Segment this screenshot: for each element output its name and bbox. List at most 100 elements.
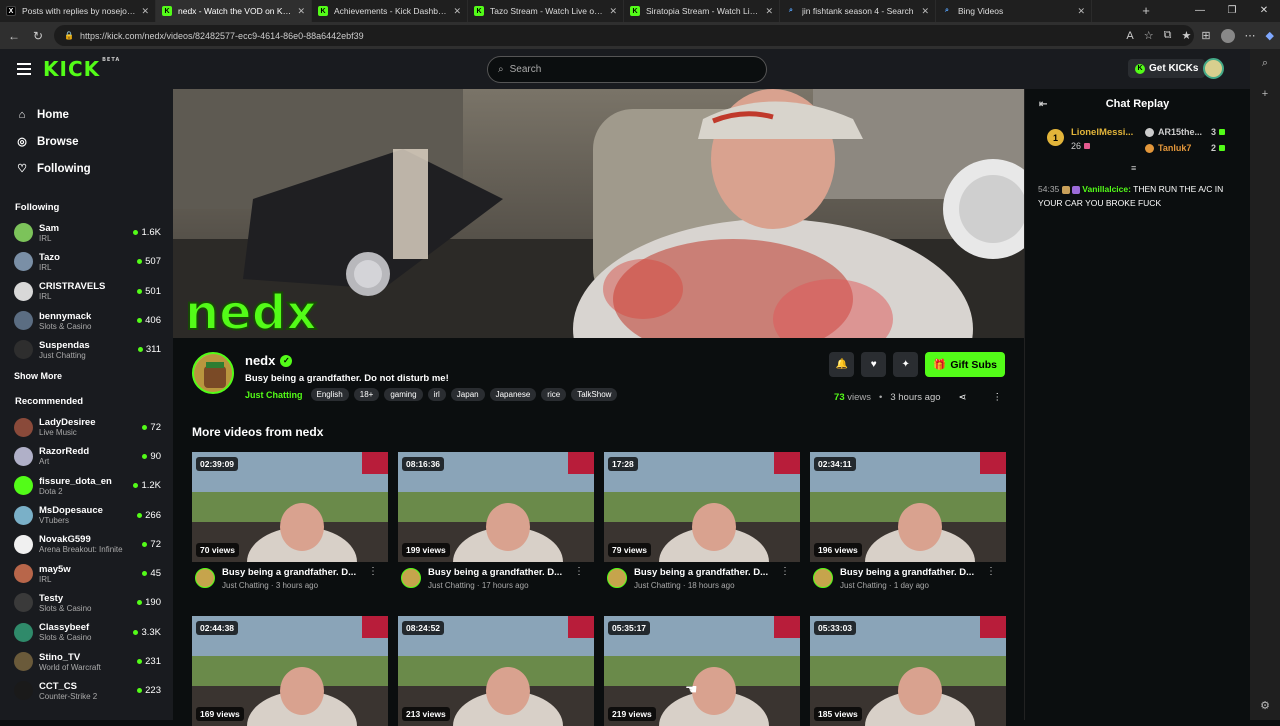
sidebar-channel[interactable]: Suspendas Just Chatting 311 bbox=[0, 335, 173, 364]
video-thumbnail[interactable]: 05:35:17 219 views bbox=[604, 616, 800, 726]
sidebar-channel[interactable]: NovakG599 Arena Breakout: Infinite 72 bbox=[0, 530, 173, 559]
gift-subs-button[interactable]: 🎁 Gift Subs bbox=[925, 352, 1005, 377]
nav-home[interactable]: ⌂ Home bbox=[0, 101, 173, 128]
get-kicks-button[interactable]: K Get KICKs bbox=[1128, 59, 1206, 78]
leader-2[interactable]: AR15the... 3 bbox=[1145, 127, 1226, 137]
sidebar-channel[interactable]: Testy Slots & Casino 190 bbox=[0, 588, 173, 617]
video-thumbnail[interactable]: 17:28 79 views bbox=[604, 452, 800, 562]
video-menu-icon[interactable]: ⋮ bbox=[574, 566, 584, 577]
sidebar-channel[interactable]: MsDopesauce VTubers 266 bbox=[0, 500, 173, 529]
video-menu-icon[interactable]: ⋮ bbox=[780, 566, 790, 577]
browser-tab[interactable]: K Achievements - Kick Dashboard ✕ bbox=[312, 0, 468, 22]
tab-close-icon[interactable]: ✕ bbox=[297, 6, 305, 17]
share-icon[interactable]: ⋖ bbox=[959, 392, 967, 403]
category-link[interactable]: Just Chatting bbox=[245, 390, 303, 400]
tag-chip[interactable]: gaming bbox=[384, 388, 423, 401]
leader-name[interactable]: LionelMessi... bbox=[1071, 127, 1133, 138]
video-title[interactable]: Busy being a grandfather. D... bbox=[222, 567, 356, 578]
tag-chip[interactable]: TalkShow bbox=[571, 388, 618, 401]
sidebar-channel[interactable]: may5w IRL 45 bbox=[0, 559, 173, 588]
browser-tab[interactable]: K Tazo Stream - Watch Live on Kick ✕ bbox=[468, 0, 624, 22]
copilot-icon[interactable]: ◆ bbox=[1266, 29, 1274, 42]
browser-tab[interactable]: X Posts with replies by nosejosesup ✕ bbox=[0, 0, 156, 22]
sidebar-channel[interactable]: Classybeef Slots & Casino 3.3K bbox=[0, 618, 173, 647]
collapse-chat-icon[interactable]: ⇤ bbox=[1039, 99, 1047, 110]
video-channel-avatar[interactable] bbox=[195, 568, 215, 588]
video-category[interactable]: Just Chatting bbox=[840, 581, 887, 590]
url-field[interactable]: 🔒 https://kick.com/nedx/videos/82482577-… bbox=[54, 25, 1194, 46]
sidebar-channel[interactable]: Sam IRL 1.6K bbox=[0, 218, 173, 247]
video-title[interactable]: Busy being a grandfather. D... bbox=[840, 567, 974, 578]
video-card[interactable]: 08:24:52 213 views bbox=[398, 616, 594, 726]
favorites-icon[interactable]: ★ bbox=[1181, 29, 1191, 42]
video-category[interactable]: Just Chatting bbox=[428, 581, 475, 590]
video-menu-icon[interactable]: ⋮ bbox=[986, 566, 996, 577]
sidebar-channel[interactable]: fissure_dota_en Dota 2 1.2K bbox=[0, 471, 173, 500]
collections-icon[interactable]: ⊞ bbox=[1201, 29, 1210, 42]
extensions-icon[interactable]: ⧉ bbox=[1164, 29, 1172, 42]
new-tab-button[interactable]: + bbox=[1136, 0, 1156, 22]
video-card[interactable]: 17:28 79 views Busy being a grandfather. D… bbox=[604, 452, 800, 592]
video-channel-avatar[interactable] bbox=[401, 568, 421, 588]
message-username[interactable]: Vanillalcice: bbox=[1082, 184, 1131, 194]
minimize-icon[interactable]: — bbox=[1184, 0, 1216, 22]
video-thumbnail[interactable]: 08:24:52 213 views bbox=[398, 616, 594, 726]
video-thumbnail[interactable]: 02:44:38 169 views bbox=[192, 616, 388, 726]
browser-tab[interactable]: ⌕ jin fishtank season 4 - Search ✕ bbox=[780, 0, 936, 22]
sidebar-channel[interactable]: CCT_CS Counter-Strike 2 223 bbox=[0, 676, 173, 705]
channel-avatar[interactable] bbox=[192, 352, 234, 394]
video-thumbnail[interactable]: 08:16:36 199 views bbox=[398, 452, 594, 562]
sidebar-channel[interactable]: LadyDesiree Live Music 72 bbox=[0, 412, 173, 441]
more-menu-icon[interactable]: ⋯ bbox=[1245, 29, 1256, 42]
tag-chip[interactable]: rice bbox=[541, 388, 567, 401]
search-input[interactable]: ⌕ Search bbox=[487, 56, 767, 83]
sidebar-channel[interactable]: RazorRedd Art 90 bbox=[0, 442, 173, 471]
video-title[interactable]: Busy being a grandfather. D... bbox=[634, 567, 768, 578]
video-menu-icon[interactable]: ⋮ bbox=[368, 566, 378, 577]
video-channel-avatar[interactable] bbox=[813, 568, 833, 588]
video-card[interactable]: 05:35:17 219 views bbox=[604, 616, 800, 726]
video-card[interactable]: 02:34:11 196 views Busy being a grandfathe… bbox=[810, 452, 1006, 592]
back-icon[interactable]: ← bbox=[6, 29, 22, 43]
tag-chip[interactable]: 18+ bbox=[353, 388, 380, 401]
tab-close-icon[interactable]: ✕ bbox=[141, 6, 149, 17]
channel-name[interactable]: nedx ✓ bbox=[245, 353, 293, 368]
video-category[interactable]: Just Chatting bbox=[222, 581, 269, 590]
kick-logo[interactable]: KICK BETA bbox=[43, 57, 120, 81]
clip-button[interactable]: ✦ bbox=[893, 352, 919, 377]
video-card[interactable]: 02:44:38 169 views bbox=[192, 616, 388, 726]
video-card[interactable]: 05:33:03 185 views bbox=[810, 616, 1006, 726]
pinned-collapse-icon[interactable]: ≡ bbox=[1131, 163, 1136, 173]
refresh-icon[interactable]: ↻ bbox=[30, 29, 46, 43]
hamburger-menu-icon[interactable] bbox=[17, 60, 31, 78]
follow-button[interactable]: ♥ bbox=[861, 352, 887, 377]
sidebar-channel[interactable]: bennymack Slots & Casino 406 bbox=[0, 306, 173, 335]
tab-close-icon[interactable]: ✕ bbox=[765, 6, 773, 17]
tag-chip[interactable]: Japan bbox=[450, 388, 485, 401]
tag-chip[interactable]: English bbox=[310, 388, 349, 401]
video-category[interactable]: Just Chatting bbox=[634, 581, 681, 590]
show-more-link[interactable]: Show More bbox=[0, 371, 173, 381]
side-add-icon[interactable]: + bbox=[1250, 88, 1280, 100]
video-player[interactable]: nedx bbox=[173, 89, 1024, 338]
video-card[interactable]: 02:39:09 70 views Busy being a grandfather… bbox=[192, 452, 388, 592]
video-thumbnail[interactable]: 05:33:03 185 views bbox=[810, 616, 1006, 726]
nav-browse[interactable]: ◎ Browse bbox=[0, 128, 173, 155]
sidebar-channel[interactable]: Stino_TV World of Warcraft 231 bbox=[0, 647, 173, 676]
tag-chip[interactable]: Japanese bbox=[489, 388, 537, 401]
close-window-icon[interactable]: ✕ bbox=[1248, 0, 1280, 22]
leader-3[interactable]: Tanluk7 2 bbox=[1145, 143, 1226, 153]
profile-avatar[interactable] bbox=[1220, 28, 1235, 43]
sidebar-channel[interactable]: CRISTRAVELS IRL 501 bbox=[0, 277, 173, 306]
favorite-star-icon[interactable]: ☆ bbox=[1144, 29, 1154, 42]
browser-tab[interactable]: Knedx - Watch the VOD on Kick ✕ bbox=[156, 0, 312, 22]
video-channel-avatar[interactable] bbox=[607, 568, 627, 588]
tab-close-icon[interactable]: ✕ bbox=[609, 6, 617, 17]
browser-tab[interactable]: ⌕ Bing Videos ✕ bbox=[936, 0, 1092, 22]
side-search-icon[interactable]: ⌕ bbox=[1250, 57, 1280, 70]
browser-tab[interactable]: K Siratopia Stream - Watch Live on ✕ bbox=[624, 0, 780, 22]
tab-close-icon[interactable]: ✕ bbox=[921, 6, 929, 17]
kebab-menu-icon[interactable]: ⋮ bbox=[993, 392, 1003, 403]
tag-chip[interactable]: irl bbox=[427, 388, 446, 401]
user-avatar[interactable] bbox=[1203, 58, 1224, 79]
